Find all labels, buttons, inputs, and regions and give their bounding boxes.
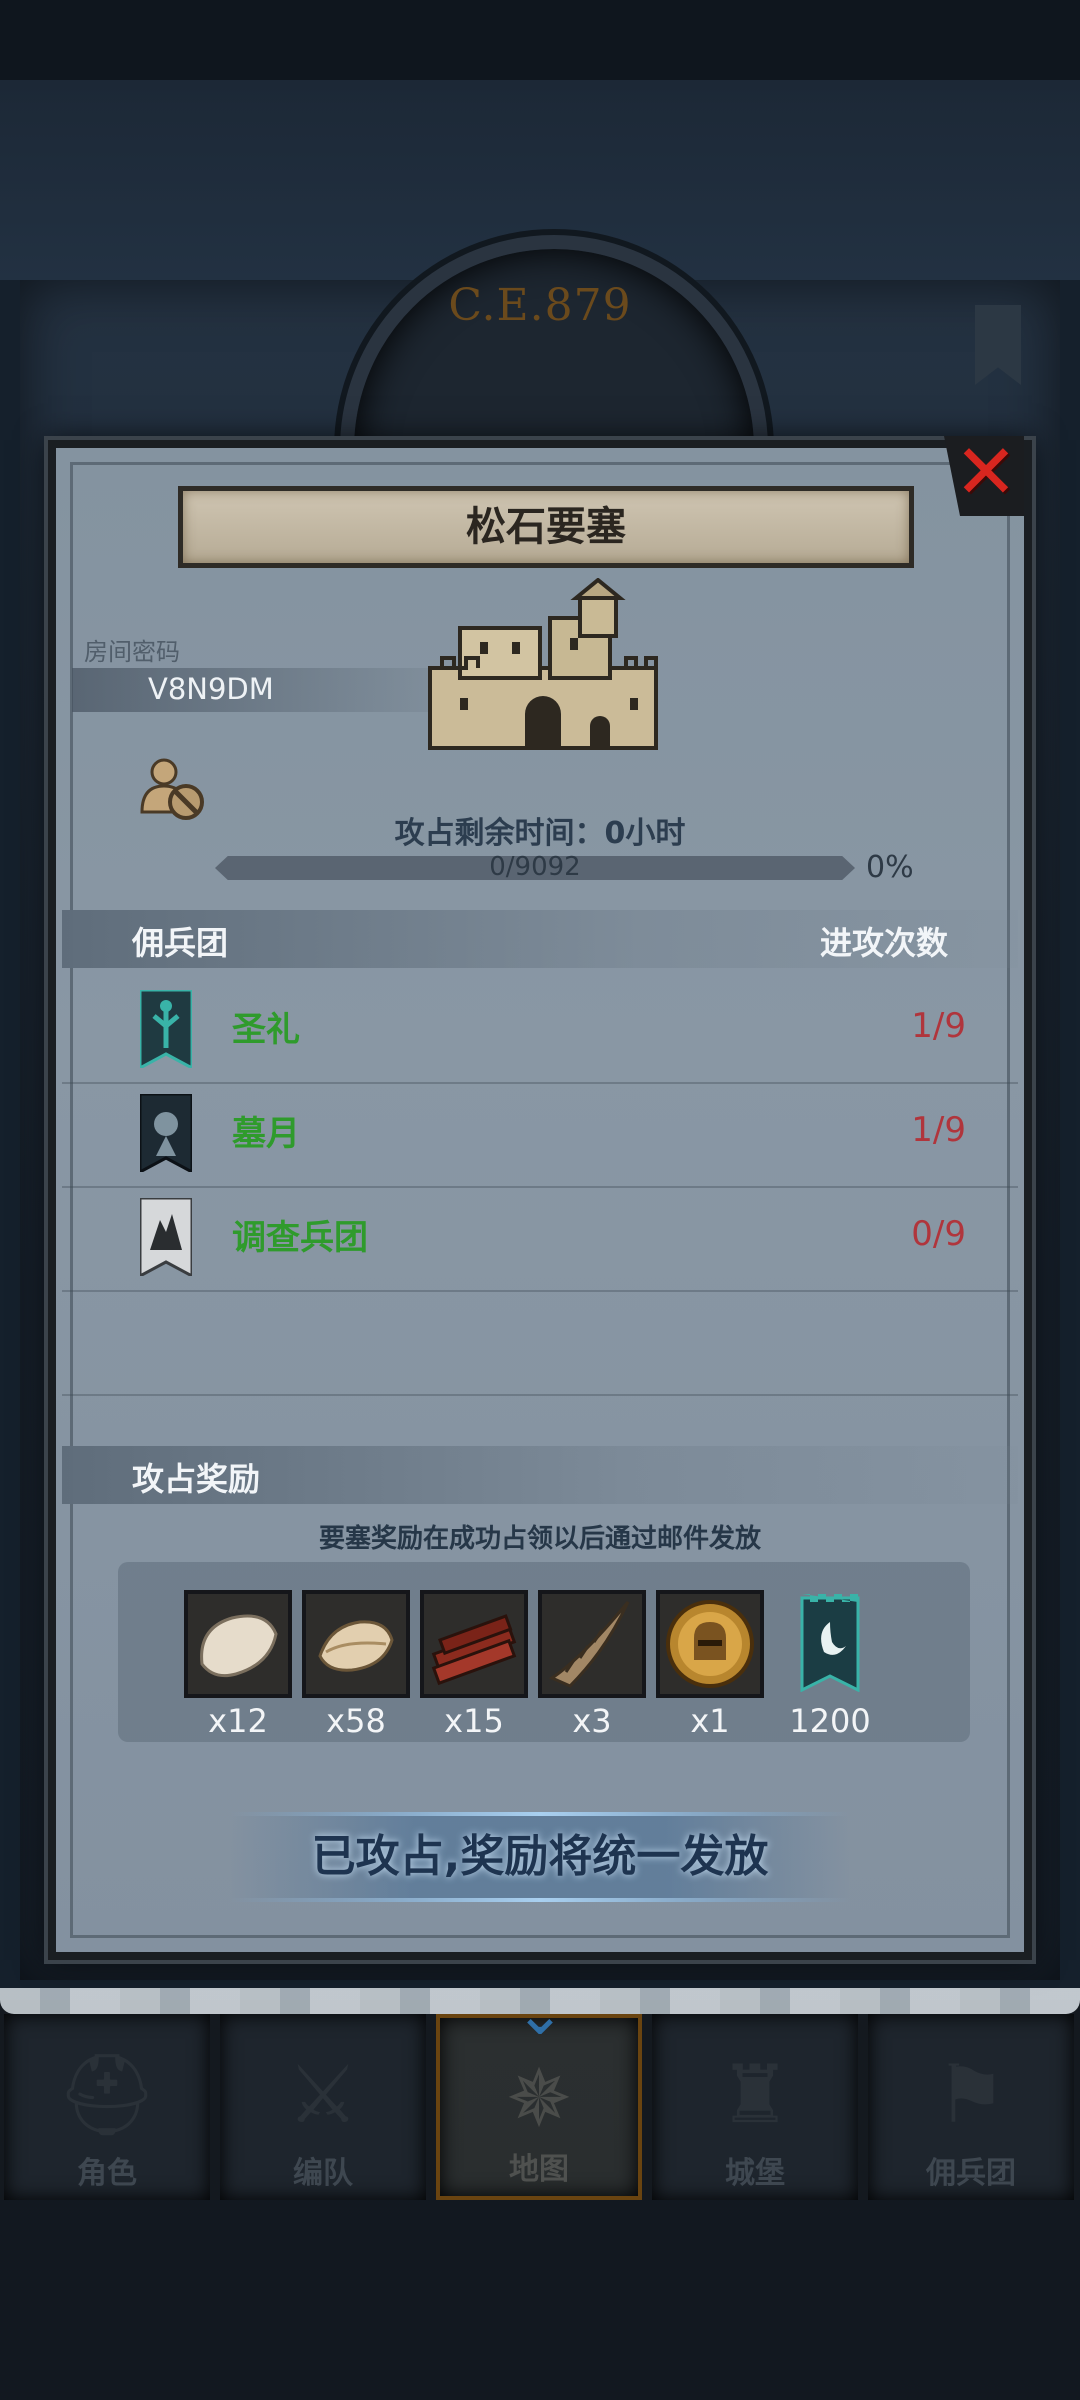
mercenary-header: 佣兵团 [132, 924, 229, 962]
empty-guild-row [62, 1290, 1018, 1396]
tab-label: 城堡 [725, 2156, 785, 2191]
reward-header: 攻占奖励 [132, 1460, 261, 1498]
wood-planks-icon[interactable] [420, 1590, 528, 1698]
siege-remaining-time: 攻占剩余时间：0小时 [394, 816, 686, 851]
guild-name: 调查兵团 [232, 1218, 368, 1258]
guild-banner-icon[interactable] [800, 1592, 860, 1693]
fortress-title: 松石要塞 [466, 504, 626, 550]
tab-label: 编队 [293, 2156, 353, 2191]
knight-helmet-icon: ⛑ [56, 2048, 158, 2141]
guild-attack-count: 1/9 [911, 1006, 966, 1046]
reward-count: x15 [444, 1702, 504, 1740]
reward-count: 1200 [789, 1702, 871, 1740]
reward-count: x1 [690, 1702, 730, 1740]
room-code-label: 房间密码 [84, 638, 180, 666]
tab-label: 地图 [509, 2152, 569, 2187]
leather-hide-icon[interactable] [302, 1590, 410, 1698]
castle-icon [428, 578, 658, 750]
tab-castle[interactable]: ♜ 城堡 [652, 2014, 858, 2200]
close-icon[interactable]: ✕ [952, 434, 1020, 510]
room-code-value[interactable]: V8N9DM [148, 672, 274, 706]
status-bar-area [0, 0, 1080, 80]
guild-banner-shengli-icon [140, 990, 192, 1068]
reward-count: x58 [326, 1702, 386, 1740]
tab-label: 角色 [77, 2156, 137, 2191]
tab-label: 佣兵团 [926, 2156, 1016, 2191]
guild-name: 圣礼 [232, 1010, 300, 1050]
guild-attack-count: 1/9 [911, 1110, 966, 1150]
guild-attack-count: 0/9 [911, 1214, 966, 1254]
tab-mercenary[interactable]: ⚑ 佣兵团 [868, 2014, 1074, 2200]
chevron-down-icon: ⌄ [514, 1979, 566, 2049]
tab-formation[interactable]: ⚔ 编队 [220, 2014, 426, 2200]
map-compass-icon: ✵ [505, 2052, 573, 2145]
guild-name: 墓月 [232, 1114, 300, 1154]
fur-pelt-icon[interactable] [184, 1590, 292, 1698]
guild-banner-survey-corps-icon [140, 1198, 192, 1276]
guild-row[interactable]: 墓月 1/9 [62, 1082, 1018, 1188]
attack-count-header: 进攻次数 [820, 924, 949, 962]
siege-progress-percent: 0% [866, 850, 914, 885]
guild-banner-muyue-icon [140, 1094, 192, 1172]
reward-count: x12 [208, 1702, 268, 1740]
formation-icon: ⚔ [287, 2048, 359, 2141]
castle-icon: ♜ [719, 2048, 791, 2141]
bottom-system-area [0, 2200, 1080, 2400]
reward-note: 要塞奖励在成功占领以后通过邮件发放 [318, 1524, 761, 1554]
mercenary-icon: ⚑ [935, 2048, 1007, 2141]
tab-character[interactable]: ⛑ 角色 [4, 2014, 210, 2200]
knight-medal-icon[interactable] [656, 1590, 764, 1698]
guild-row[interactable]: 圣礼 1/9 [62, 978, 1018, 1084]
horn-icon[interactable] [538, 1590, 646, 1698]
guild-row[interactable]: 调查兵团 0/9 [62, 1186, 1018, 1292]
siege-progress-text: 0/9092 [489, 852, 581, 882]
era-label: C.E.879 [448, 280, 632, 331]
reward-count: x3 [572, 1702, 612, 1740]
status-button-label[interactable]: 已攻占,奖励将统一发放 [230, 1812, 850, 1902]
